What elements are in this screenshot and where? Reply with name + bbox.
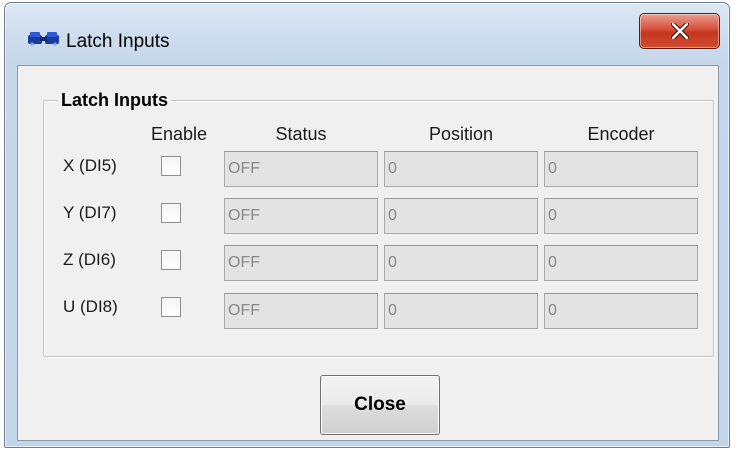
column-header-enable: Enable xyxy=(150,124,208,144)
column-header-status: Status xyxy=(275,124,327,144)
enable-checkbox-u[interactable] xyxy=(161,297,181,317)
position-field-x: 0 xyxy=(384,151,538,187)
groupbox-title: Latch Inputs xyxy=(58,90,171,110)
row-label-y: Y (DI7) xyxy=(63,203,117,222)
row-label-u: U (DI8) xyxy=(63,297,118,316)
status-field-x: OFF xyxy=(224,151,378,187)
latch-inputs-window: Latch Inputs Latch Inputs Enable Status … xyxy=(4,2,730,448)
enable-checkbox-y[interactable] xyxy=(161,203,181,223)
encoder-field-y: 0 xyxy=(544,198,698,234)
status-field-y: OFF xyxy=(224,198,378,234)
encoder-field-x: 0 xyxy=(544,151,698,187)
status-field-z: OFF xyxy=(224,245,378,281)
app-icon xyxy=(28,32,59,46)
window-title: Latch Inputs xyxy=(66,31,170,52)
encoder-field-u: 0 xyxy=(544,293,698,329)
encoder-field-z: 0 xyxy=(544,245,698,281)
position-field-y: 0 xyxy=(384,198,538,234)
window-close-button[interactable] xyxy=(639,13,720,49)
position-field-z: 0 xyxy=(384,245,538,281)
row-label-z: Z (DI6) xyxy=(63,250,116,269)
enable-checkbox-z[interactable] xyxy=(161,250,181,270)
column-header-encoder: Encoder xyxy=(587,124,655,144)
close-icon xyxy=(670,23,689,39)
close-button[interactable]: Close xyxy=(320,375,440,435)
position-field-u: 0 xyxy=(384,293,538,329)
status-field-u: OFF xyxy=(224,293,378,329)
column-header-position: Position xyxy=(428,124,494,144)
row-label-x: X (DI5) xyxy=(63,156,117,175)
title-bar[interactable]: Latch Inputs xyxy=(5,3,729,63)
dialog-client-area: Latch Inputs Enable Status Position Enco… xyxy=(17,65,719,441)
enable-checkbox-x[interactable] xyxy=(161,156,181,176)
